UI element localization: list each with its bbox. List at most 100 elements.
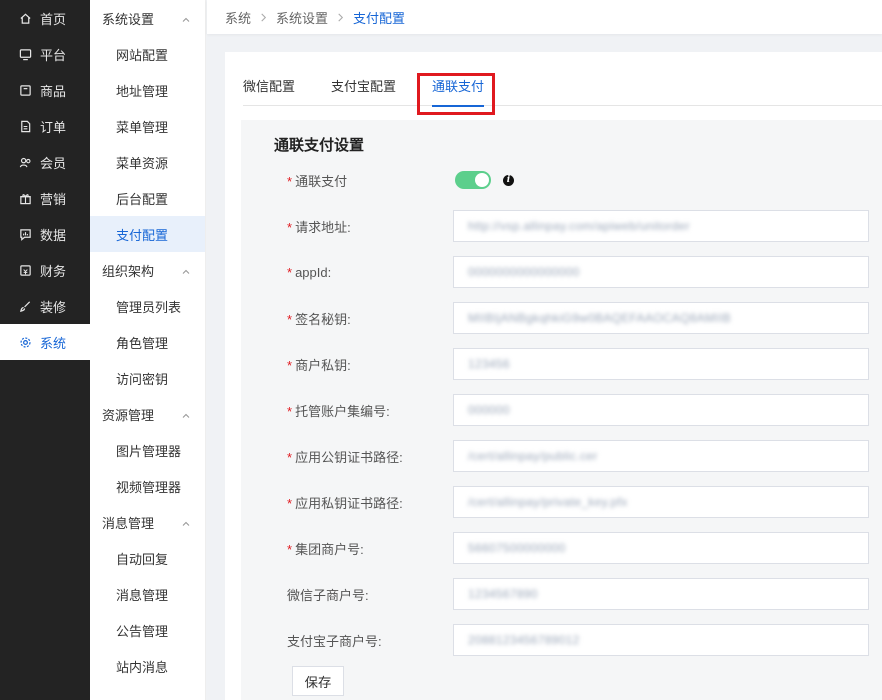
breadcrumb: 系统 系统设置 支付配置 [207,0,882,34]
field-label-text: 签名秘钥: [295,311,351,327]
sidebar-item[interactable]: 网站配置 [90,36,205,72]
field-label: * 托管账户集编号: [287,401,390,420]
nav-item-7[interactable]: 财务 [0,252,90,288]
field-label-text: 集团商户号: [295,541,364,557]
toggle-knob [475,173,489,187]
chevron-up-icon [181,13,191,23]
sidebar-item[interactable]: 图片管理器 [90,432,205,468]
sidebar-item[interactable]: 菜单管理 [90,108,205,144]
sidebar-item[interactable]: 管理员列表 [90,288,205,324]
config-input[interactable]: 2088123456789012 [453,624,869,656]
nav-item-8[interactable]: 装修 [0,288,90,324]
config-input[interactable]: /cert/allinpay/private_key.pfx [453,486,869,518]
info-icon[interactable]: i [503,174,514,186]
sidebar-item[interactable]: 支付配置 [90,216,205,252]
input-value: 56607500000000 [468,541,566,555]
sidebar-item[interactable]: 消息管理 [90,576,205,612]
toggle-label-text: 通联支付 [295,173,348,189]
tab-alipay[interactable]: 支付宝配置 [331,72,396,106]
box-icon [18,83,32,97]
config-input[interactable]: 1234567890 [453,578,869,610]
nav-group-2[interactable]: 资源管理 [90,396,205,432]
form-row: 微信子商户号: 1234567890 [241,578,882,610]
allinpay-toggle[interactable] [455,171,491,189]
breadcrumb-parent[interactable]: 系统设置 [276,8,328,27]
field-label: * 请求地址: [287,217,351,236]
input-value: 123456 [468,357,510,371]
form-row: * 商户私钥: 123456 [241,348,882,380]
nav-item-label: 数据 [40,227,67,243]
config-input[interactable]: http://vsp.allinpay.com/apiweb/unitorder [453,210,869,242]
field-label: 微信子商户号: [287,585,369,604]
nav-group-label: 系统设置 [102,11,155,27]
required-mark: * [287,357,293,373]
config-input[interactable]: 56607500000000 [453,532,869,564]
nav-item-5[interactable]: 营销 [0,180,90,216]
field-label: * 集团商户号: [287,539,364,558]
nav-item-label: 系统 [40,335,67,351]
required-mark: * [287,403,293,419]
form-row: * 签名秘钥: MIIBIjANBgkqhkiG9w0BAQEFAAOCAQ8AMI… [241,302,882,334]
field-label-text: 请求地址: [295,219,351,235]
nav-item-3[interactable]: 订单 [0,108,90,144]
monitor-icon [18,47,32,61]
nav-item-1[interactable]: 平台 [0,36,90,72]
sidebar-item[interactable]: 访问密钥 [90,360,205,396]
nav-group-0[interactable]: 系统设置 [90,0,205,36]
sidebar-item[interactable]: 自动回复 [90,540,205,576]
input-value: http://vsp.allinpay.com/apiweb/unitorder [468,219,690,233]
required-mark: * [287,449,293,465]
allinpay-settings-panel: 通联支付设置 * 通联支付 i 保存 * 请求地址: http://vsp.allin… [241,120,882,700]
primary-sidebar: 首页 平台 商品 订单 会员 营销数据财务 装修系统 [0,0,90,700]
config-input[interactable]: 0000000000000000 [453,256,869,288]
toggle-label: * 通联支付 [287,171,347,190]
nav-group-label: 组织架构 [102,263,155,279]
document-icon [18,119,32,133]
input-value: 2088123456789012 [468,633,580,647]
toggle-row: * 通联支付 i [241,164,882,196]
form-row: * 集团商户号: 56607500000000 [241,532,882,564]
chevron-up-icon [181,265,191,275]
config-input[interactable]: /cert/allinpay/public.cer [453,440,869,472]
nav-item-2[interactable]: 商品 [0,72,90,108]
required-mark: * [287,264,293,280]
nav-item-9[interactable]: 系统 [0,324,90,360]
nav-group-label: 消息管理 [102,515,155,531]
field-label: * 签名秘钥: [287,309,351,328]
save-button[interactable]: 保存 [292,666,344,696]
nav-group-3[interactable]: 消息管理 [90,504,205,540]
field-label-text: appId: [295,264,332,280]
content-card: 微信配置 支付宝配置 通联支付 通联支付设置 * 通联支付 i 保存 * 请求地址:… [225,52,882,700]
nav-item-0[interactable]: 首页 [0,0,90,36]
nav-group-1[interactable]: 组织架构 [90,252,205,288]
breadcrumb-root[interactable]: 系统 [225,8,251,27]
input-value: 000000 [468,403,510,417]
sidebar-item[interactable]: 地址管理 [90,72,205,108]
field-label-text: 托管账户集编号: [295,403,390,419]
nav-item-4[interactable]: 会员 [0,144,90,180]
required-mark: * [287,311,293,327]
sidebar-item[interactable]: 角色管理 [90,324,205,360]
chat-chart-icon [18,227,32,241]
config-input[interactable]: MIIBIjANBgkqhkiG9w0BAQEFAAOCAQ8AMIIB [453,302,869,334]
users-icon [18,155,32,169]
config-input[interactable]: 000000 [453,394,869,426]
input-value: /cert/allinpay/private_key.pfx [468,495,628,509]
sidebar-item[interactable]: 公告管理 [90,612,205,648]
payment-tabs: 微信配置 支付宝配置 通联支付 [243,72,882,107]
field-label-text: 应用私钥证书路径: [295,495,403,511]
chevron-right-icon [336,13,345,22]
form-row: * 请求地址: http://vsp.allinpay.com/apiweb/uni… [241,210,882,242]
form-row: * 托管账户集编号: 000000 [241,394,882,426]
sidebar-item[interactable]: 视频管理器 [90,468,205,504]
input-value: /cert/allinpay/public.cer [468,449,598,463]
config-input[interactable]: 123456 [453,348,869,380]
sidebar-item[interactable]: 站内消息 [90,648,205,684]
field-label-text: 支付宝子商户号: [287,633,382,649]
nav-group-label: 资源管理 [102,407,155,423]
tab-wechat[interactable]: 微信配置 [243,72,295,106]
sidebar-item[interactable]: 菜单资源 [90,144,205,180]
sidebar-item[interactable]: 后台配置 [90,180,205,216]
nav-item-6[interactable]: 数据 [0,216,90,252]
highlight-annotation [417,73,495,115]
